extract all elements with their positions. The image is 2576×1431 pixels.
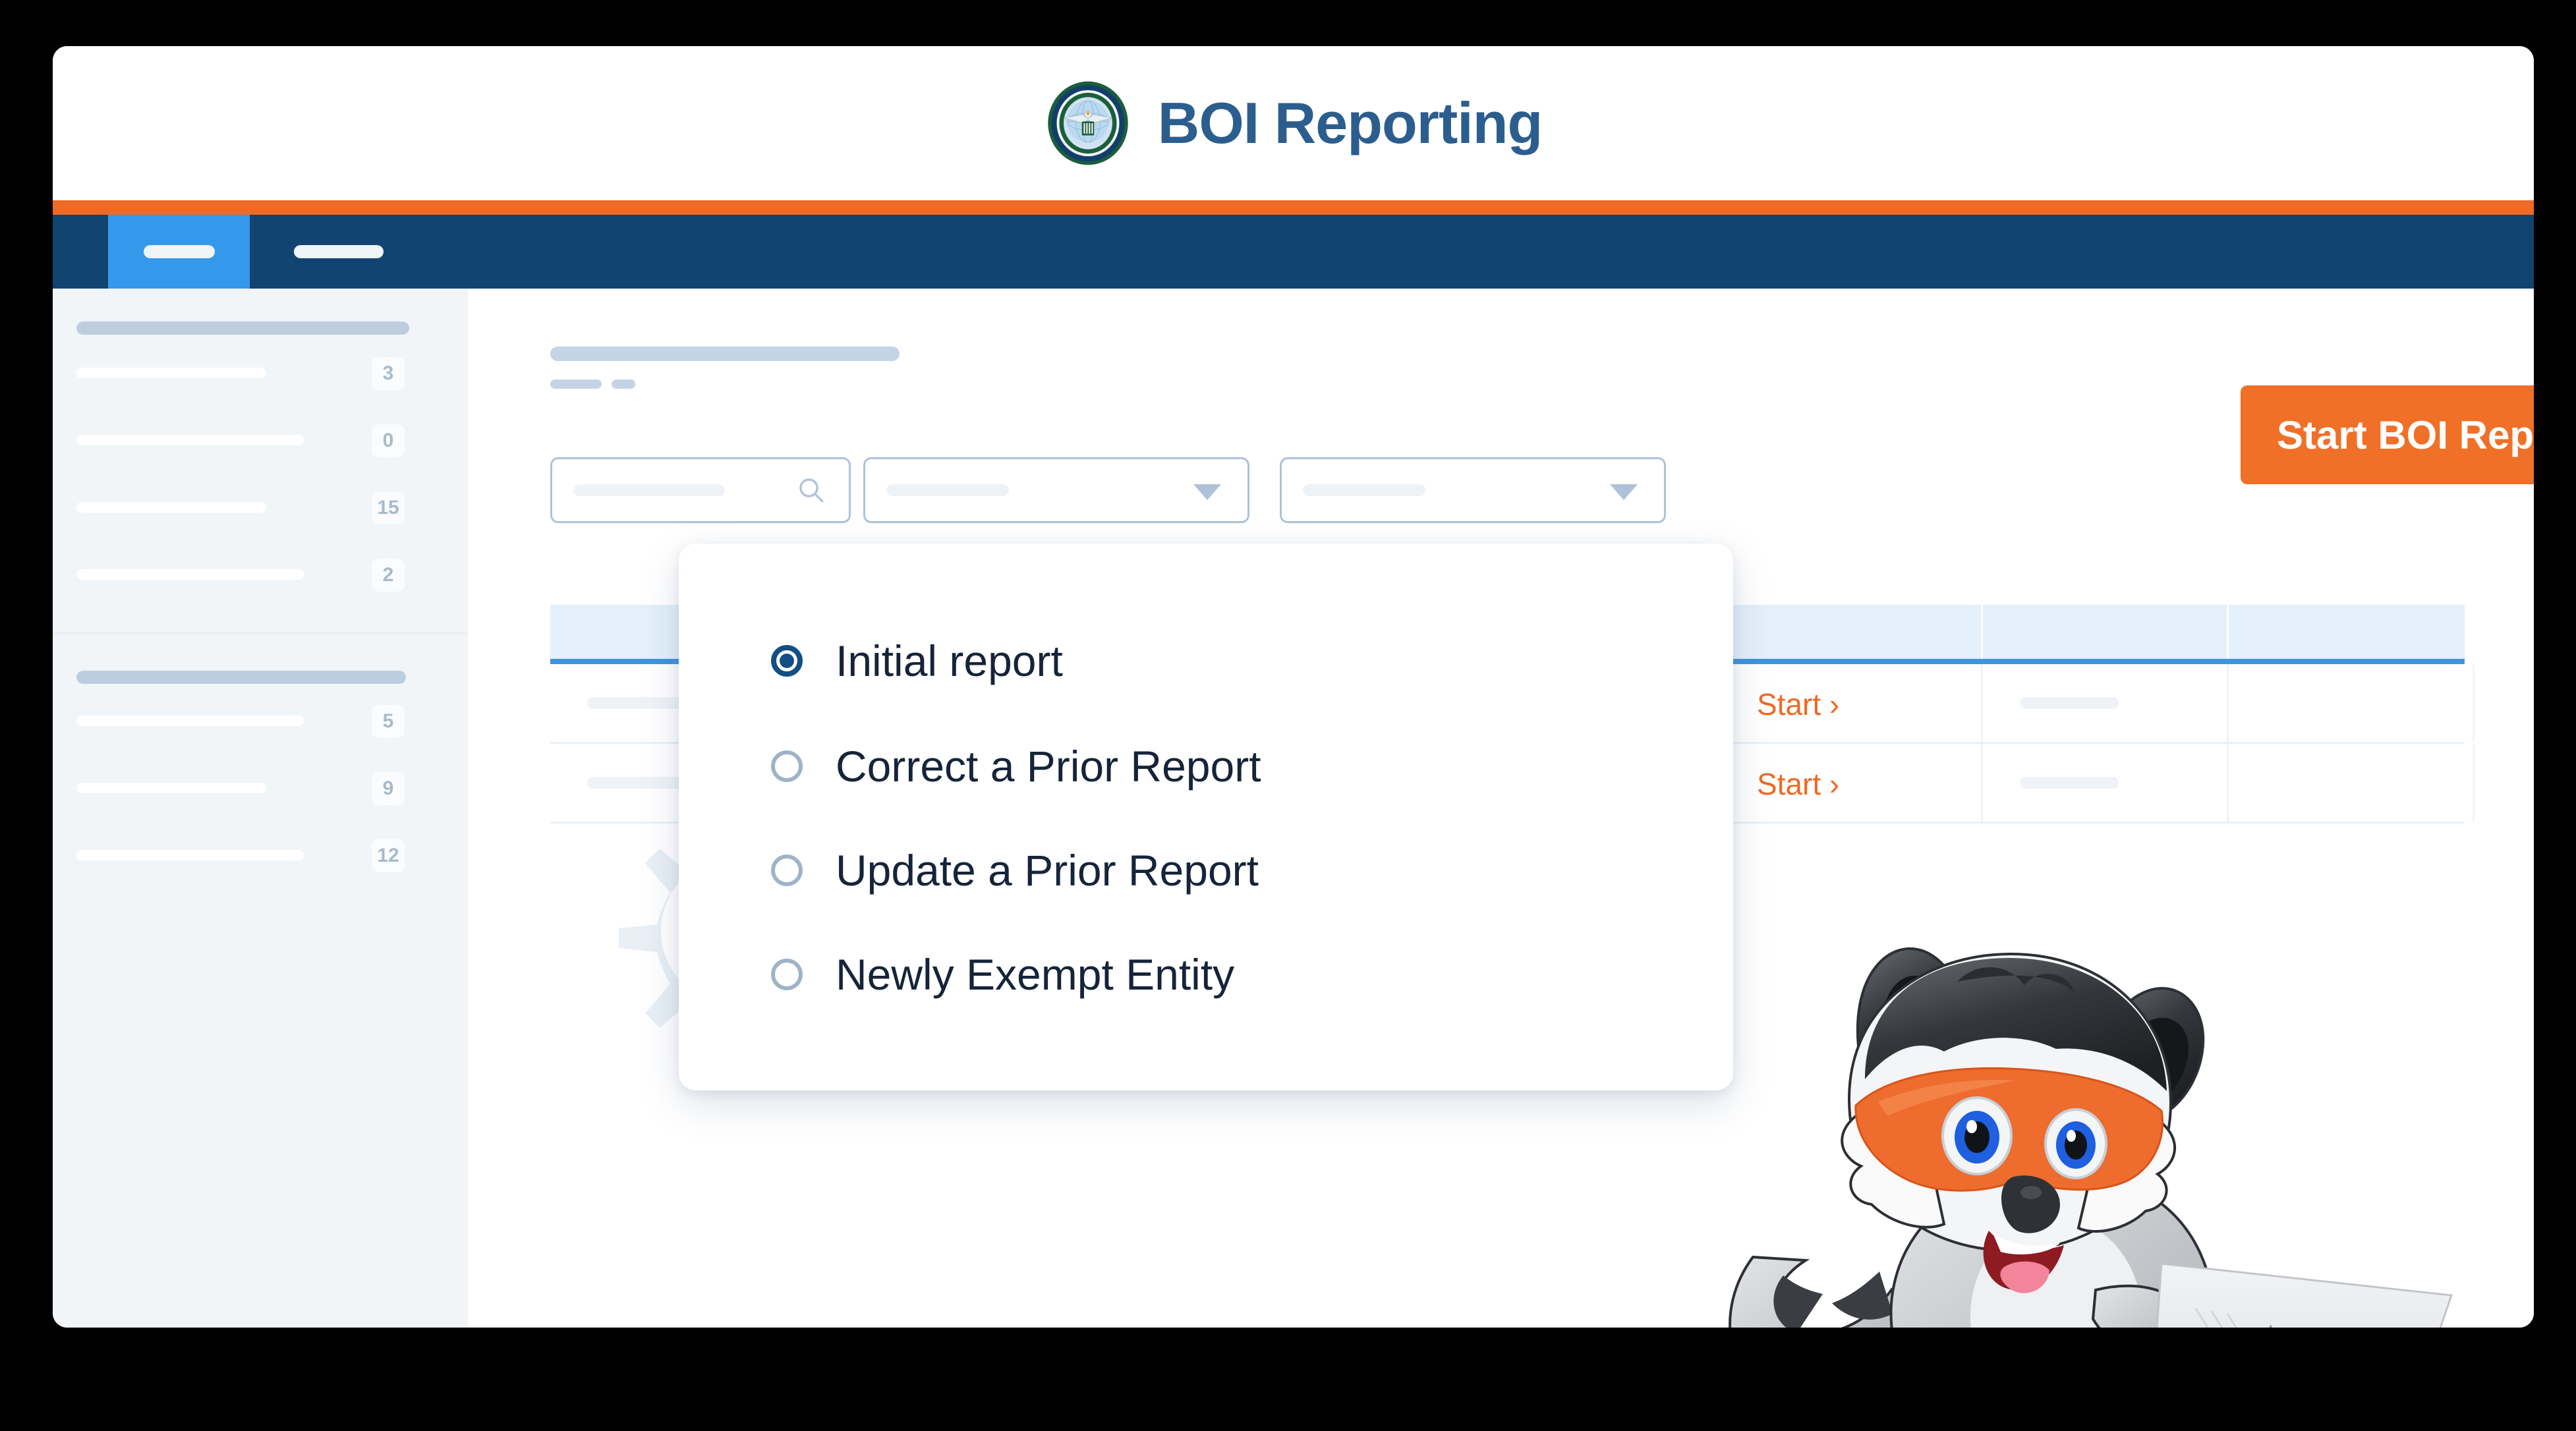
sidebar-item-5[interactable]: 5 bbox=[53, 705, 468, 738]
sidebar-item-label bbox=[76, 850, 304, 860]
sidebar-item-label bbox=[76, 783, 266, 793]
sidebar-item-1[interactable]: 3 bbox=[53, 357, 468, 390]
report-type-option-update[interactable]: Update a Prior Report bbox=[771, 845, 1259, 895]
sidebar-item-2[interactable]: 0 bbox=[53, 424, 468, 457]
sidebar: 3 0 15 2 5 9 12 bbox=[53, 289, 468, 1328]
bandit-mask-icon bbox=[2268, 1324, 2273, 1328]
sidebar-divider bbox=[53, 632, 468, 634]
search-icon bbox=[799, 478, 824, 503]
chevron-down-icon bbox=[1610, 484, 1638, 500]
main-navbar bbox=[53, 215, 2534, 289]
report-type-modal: Initial report Correct a Prior Report Up… bbox=[679, 544, 1733, 1090]
sidebar-item-count: 0 bbox=[372, 424, 405, 457]
sidebar-item-count: 9 bbox=[372, 772, 405, 805]
column-header-4[interactable] bbox=[1983, 605, 2229, 659]
column-header-5[interactable] bbox=[2229, 605, 2475, 659]
sidebar-group-header-1 bbox=[76, 322, 409, 335]
application-window: BOI Reporting 3 0 15 2 5 9 12 Start BOI … bbox=[53, 46, 2534, 1328]
search-input-placeholder bbox=[573, 484, 725, 496]
sidebar-item-3[interactable]: 15 bbox=[53, 491, 468, 524]
row-start-link[interactable]: Start › bbox=[1757, 766, 1839, 802]
navbar-left-spacer bbox=[53, 215, 108, 289]
cell-extra-2 bbox=[2229, 744, 2475, 822]
fincen-seal-icon bbox=[1048, 81, 1128, 165]
column-header-3[interactable] bbox=[1717, 605, 1983, 659]
start-boi-report-button[interactable]: Start BOI Report bbox=[2241, 385, 2534, 484]
radio-unselected-icon[interactable] bbox=[771, 750, 803, 782]
row-start-link[interactable]: Start › bbox=[1757, 687, 1839, 722]
tab-secondary-label bbox=[294, 245, 384, 258]
sidebar-item-label bbox=[76, 502, 266, 513]
tab-secondary[interactable] bbox=[250, 215, 428, 289]
cell-extra-1 bbox=[1983, 664, 2229, 742]
filter-dropdown-2[interactable] bbox=[1280, 457, 1666, 523]
sidebar-item-6[interactable]: 9 bbox=[53, 772, 468, 805]
app-header: BOI Reporting bbox=[53, 46, 2534, 200]
chevron-down-icon bbox=[1193, 484, 1221, 500]
cell-extra-1 bbox=[1983, 744, 2229, 822]
sidebar-item-count: 2 bbox=[372, 559, 405, 592]
radio-unselected-icon[interactable] bbox=[771, 855, 803, 886]
report-type-option-label: Newly Exempt Entity bbox=[836, 950, 1235, 999]
cell-action[interactable]: Start › bbox=[1717, 744, 1983, 822]
sidebar-group-header-2 bbox=[76, 671, 406, 684]
breadcrumb bbox=[550, 379, 602, 389]
sidebar-item-count: 12 bbox=[372, 839, 405, 872]
report-type-option-exempt[interactable]: Newly Exempt Entity bbox=[771, 949, 1234, 999]
report-type-option-correct[interactable]: Correct a Prior Report bbox=[771, 741, 1261, 791]
breadcrumb bbox=[612, 379, 635, 389]
sidebar-item-count: 3 bbox=[372, 357, 405, 390]
cell-placeholder bbox=[2020, 697, 2119, 709]
report-type-option-initial[interactable]: Initial report bbox=[771, 636, 1063, 686]
radio-unselected-icon[interactable] bbox=[771, 959, 803, 990]
filter-dropdown-1[interactable] bbox=[863, 457, 1249, 523]
cell-extra-2 bbox=[2229, 664, 2475, 742]
sidebar-item-label bbox=[76, 716, 304, 726]
filter-dropdown-2-value bbox=[1303, 484, 1425, 496]
sidebar-item-count: 5 bbox=[372, 705, 405, 738]
filter-dropdown-1-value bbox=[886, 484, 1009, 496]
cell-placeholder bbox=[2020, 777, 2119, 789]
sidebar-item-7[interactable]: 12 bbox=[53, 839, 468, 872]
tab-primary[interactable] bbox=[108, 215, 250, 289]
sidebar-item-label bbox=[76, 435, 304, 445]
page-title: BOI Reporting bbox=[1157, 90, 1543, 155]
sidebar-item-count: 15 bbox=[372, 491, 405, 524]
tab-primary-label bbox=[143, 245, 215, 258]
report-type-option-label: Initial report bbox=[836, 636, 1063, 685]
page-title-placeholder bbox=[550, 347, 900, 361]
report-type-option-label: Correct a Prior Report bbox=[836, 742, 1261, 791]
raccoon-mascot-with-laptop bbox=[1729, 947, 2453, 1328]
cell-action[interactable]: Start › bbox=[1717, 664, 1983, 742]
report-type-option-label: Update a Prior Report bbox=[836, 846, 1259, 895]
sidebar-item-label bbox=[76, 569, 304, 580]
sidebar-item-4[interactable]: 2 bbox=[53, 559, 468, 592]
radio-selected-icon[interactable] bbox=[771, 645, 803, 677]
search-input[interactable] bbox=[550, 457, 851, 523]
sidebar-item-label bbox=[76, 368, 266, 378]
